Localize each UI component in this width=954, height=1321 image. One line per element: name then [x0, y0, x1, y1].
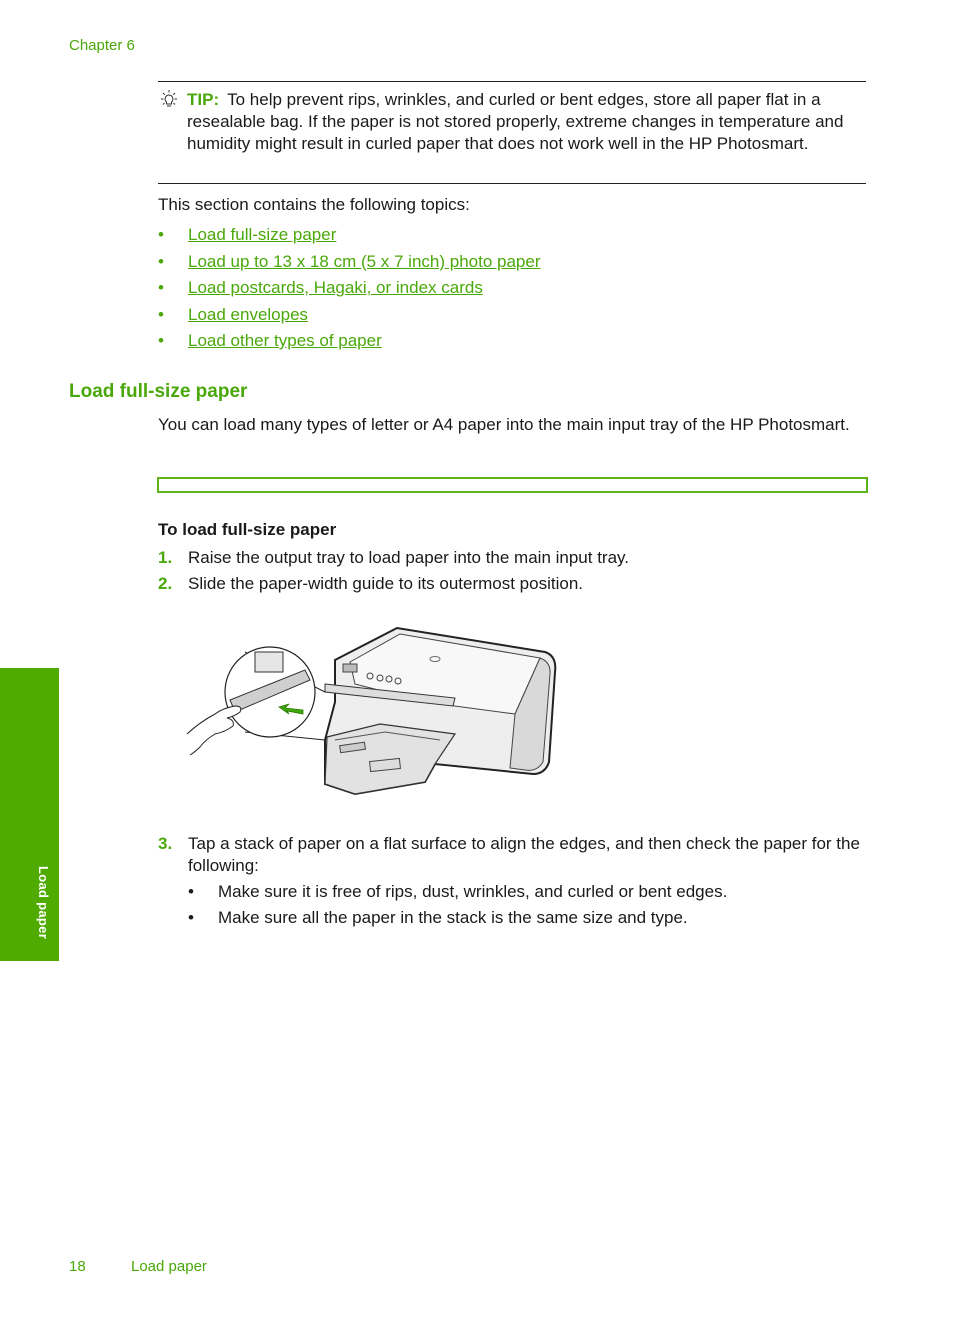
chapter-header: Chapter 6 — [69, 37, 135, 54]
tip-top-rule — [158, 81, 866, 82]
checklist-item: • Make sure all the paper in the stack is… — [188, 908, 688, 927]
topic-item: • Load full-size paper — [158, 225, 337, 244]
step-number: 2. — [158, 574, 173, 593]
step-2: 2. Slide the paper-width guide to its ou… — [158, 573, 868, 595]
step-number: 1. — [158, 548, 173, 567]
empty-note-box — [157, 477, 868, 493]
tip-bottom-rule — [158, 183, 866, 184]
topic-link-postcards[interactable]: Load postcards, Hagaki, or index cards — [188, 278, 483, 297]
topic-item: • Load postcards, Hagaki, or index cards — [158, 278, 483, 297]
topics-list: • Load full-size paper • Load up to 13 x 1… — [158, 223, 541, 356]
page-number: 18 — [69, 1258, 86, 1275]
section-heading: Load full-size paper — [69, 381, 248, 402]
footer-title: Load paper — [131, 1258, 207, 1275]
topic-link-envelopes[interactable]: Load envelopes — [188, 305, 308, 324]
tip-box: TIP: To help prevent rips, wrinkles, and … — [158, 89, 868, 155]
step-text: Raise the output tray to load paper into… — [188, 548, 630, 567]
step-text: Slide the paper-width guide to its outer… — [188, 574, 584, 593]
step-3: 3. Tap a stack of paper on a flat surfac… — [158, 833, 868, 877]
topic-item: • Load other types of paper — [158, 331, 382, 350]
topics-intro: This section contains the following topi… — [158, 195, 470, 214]
tip-text: To help prevent rips, wrinkles, and curl… — [187, 90, 844, 153]
section-paragraph: You can load many types of letter or A4 … — [158, 415, 850, 434]
step-1: 1. Raise the output tray to load paper i… — [158, 547, 868, 569]
step-text: Tap a stack of paper on a flat surface t… — [188, 834, 860, 875]
side-tab-label: Load paper — [36, 866, 51, 940]
printer-illustration — [186, 626, 557, 796]
step-3-checklist: • Make sure it is free of rips, dust, wri… — [188, 882, 727, 934]
topic-link-other-paper[interactable]: Load other types of paper — [188, 331, 382, 350]
procedure-title: To load full-size paper — [158, 520, 337, 539]
step-number: 3. — [158, 834, 173, 853]
tip-label: TIP: — [187, 90, 220, 109]
topic-item: • Load envelopes — [158, 304, 309, 324]
topic-link-full-size[interactable]: Load full-size paper — [188, 225, 336, 244]
checklist-item: • Make sure it is free of rips, dust, wri… — [188, 882, 728, 901]
topic-item: • Load up to 13 x 18 cm (5 x 7 inch) phot… — [158, 251, 541, 271]
lightbulb-icon — [161, 90, 177, 107]
topic-link-photo-paper[interactable]: Load up to 13 x 18 cm (5 x 7 inch) photo… — [188, 252, 541, 271]
hand — [186, 705, 242, 756]
